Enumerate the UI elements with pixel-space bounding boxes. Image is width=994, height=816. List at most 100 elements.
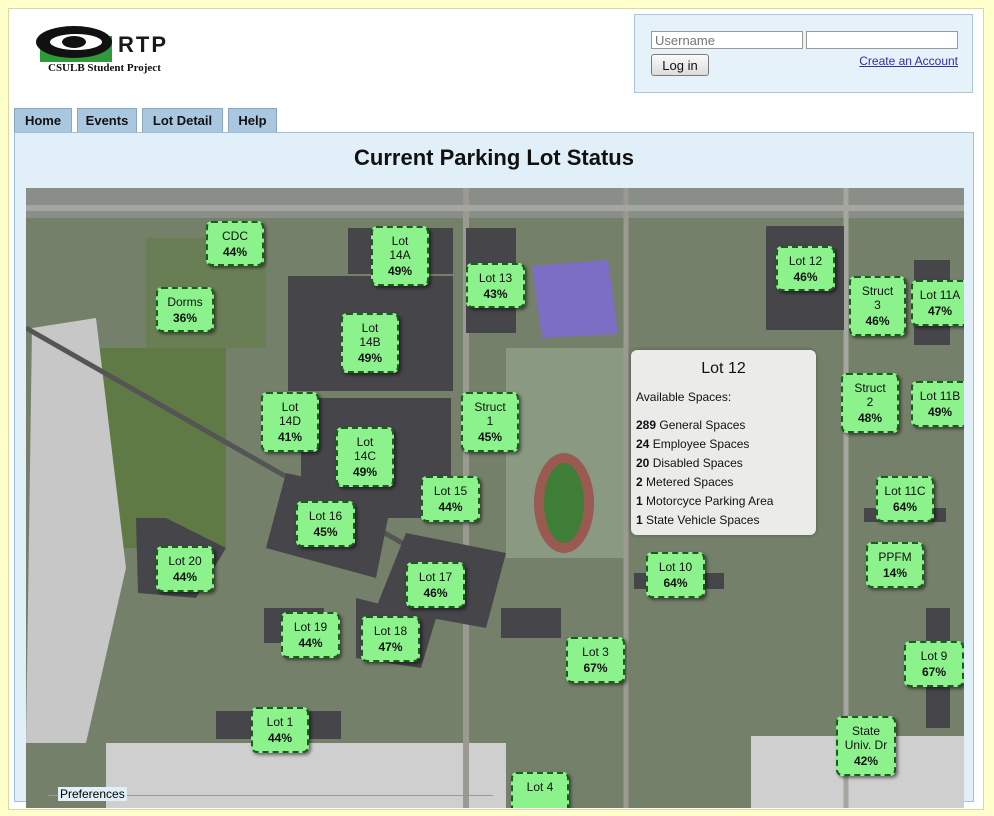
lot-name: Lot 11B: [919, 389, 961, 403]
lot-name: Lot 16: [308, 509, 343, 523]
lot-percent: 45%: [477, 430, 503, 444]
create-account-link[interactable]: Create an Account: [859, 54, 958, 68]
tab-help[interactable]: Help: [228, 108, 277, 132]
lot-name: Lot 12: [788, 253, 823, 268]
lot-marker-3[interactable]: Lot 3 67%: [566, 637, 625, 683]
lot-percent: 41%: [277, 430, 303, 444]
space-count: 20: [636, 456, 650, 470]
popup-row: 20 Disabled Spaces: [636, 456, 743, 470]
preferences-fieldset: Preferences: [48, 787, 493, 816]
lot-marker-13[interactable]: Lot 13 43%: [466, 263, 525, 308]
space-type: State Vehicle Spaces: [646, 513, 760, 527]
space-type: Motorcyce Parking Area: [646, 494, 774, 508]
lot-percent: 47%: [378, 640, 403, 654]
lot-name: Lot 4: [526, 780, 554, 794]
lot-marker-11a[interactable]: Lot 11A 47%: [911, 280, 964, 326]
space-count: 289: [636, 418, 657, 432]
lot-name: Lot 1: [266, 715, 294, 729]
logo-eye-icon: [36, 26, 112, 62]
lot-name: Struct 3: [861, 284, 894, 312]
lot-marker-14d[interactable]: Lot 14D 41%: [261, 392, 319, 452]
lot-marker-12[interactable]: Lot 12 46%: [776, 246, 835, 291]
lot-percent: 48%: [857, 411, 883, 425]
lot-marker-1[interactable]: Lot 1 44%: [251, 707, 309, 753]
lot-marker-10[interactable]: Lot 10 64%: [646, 552, 705, 598]
lot-name: Lot 20: [168, 554, 202, 568]
space-type: Employee Spaces: [652, 437, 750, 451]
lot-name: Lot 18: [373, 624, 408, 638]
space-count: 2: [636, 475, 643, 489]
tab-events[interactable]: Events: [77, 108, 137, 132]
lot-marker-18[interactable]: Lot 18 47%: [361, 616, 420, 662]
lot-percent: 44%: [298, 636, 323, 650]
lot-percent: 36%: [172, 310, 198, 325]
popup-row: 24 Employee Spaces: [636, 437, 749, 451]
username-input[interactable]: [651, 31, 803, 49]
lot-name: State Univ. Dr: [844, 724, 888, 752]
lot-name: Lot 11A: [919, 288, 961, 302]
tab-lot-detail[interactable]: Lot Detail: [142, 108, 223, 132]
lot-percent: 47%: [927, 304, 953, 318]
lot-marker-9[interactable]: Lot 9 67%: [904, 641, 964, 687]
lot-name: Lot 17: [418, 570, 453, 584]
space-type: Disabled Spaces: [652, 456, 743, 470]
lot-percent: 49%: [352, 465, 378, 479]
lot-marker-17[interactable]: Lot 17 46%: [406, 562, 465, 608]
lot-marker-ppfm[interactable]: PPFM 14%: [866, 542, 924, 588]
lot-percent: 64%: [892, 500, 918, 514]
lot-marker-4[interactable]: Lot 4: [511, 772, 569, 808]
lot-marker-dorms[interactable]: Dorms 36%: [156, 287, 214, 332]
lot-marker-14c[interactable]: Lot 14C 49%: [336, 427, 394, 487]
popup-row: 2 Metered Spaces: [636, 475, 733, 489]
main-panel: Current Parking Lot Status CDC 44% Lot 1…: [14, 132, 974, 808]
lot-name: Lot 14B: [359, 321, 381, 349]
lot-marker-15[interactable]: Lot 15 44%: [421, 476, 480, 522]
lot-name: CDC: [222, 228, 248, 243]
lot-name: Lot 10: [658, 560, 693, 574]
lot-marker-14b[interactable]: Lot 14B 49%: [341, 313, 399, 373]
logo: RTP CSULB Student Project: [34, 22, 194, 82]
lot-name: Lot 11C: [884, 484, 926, 498]
lot-marker-struct-3[interactable]: Struct 3 46%: [849, 276, 906, 336]
space-count: 1: [636, 494, 643, 508]
lot-percent: 49%: [387, 264, 413, 278]
lot-name: Dorms: [167, 294, 203, 309]
login-box: Log in Create an Account: [634, 14, 973, 93]
lot-info-popup: Lot 12 Available Spaces: 289 General Spa…: [631, 350, 816, 535]
lot-name: Lot 3: [582, 645, 609, 659]
lot-marker-19[interactable]: Lot 19 44%: [281, 612, 340, 658]
lot-marker-11b[interactable]: Lot 11B 49%: [911, 381, 964, 427]
lot-marker-struct-1[interactable]: Struct 1 45%: [461, 392, 519, 452]
popup-subtitle: Available Spaces:: [636, 390, 732, 404]
lot-marker-16[interactable]: Lot 16 45%: [296, 501, 355, 547]
lot-percent: 49%: [927, 405, 953, 419]
lot-percent: 46%: [423, 586, 448, 600]
space-type: General Spaces: [659, 418, 746, 432]
lot-percent: 42%: [853, 754, 879, 768]
login-button[interactable]: Log in: [651, 54, 709, 76]
lot-name: Struct 2: [854, 381, 886, 409]
lot-percent: 49%: [357, 351, 383, 365]
lot-marker-state-univ-dr[interactable]: State Univ. Dr 42%: [836, 716, 896, 776]
lot-name: PPFM: [878, 550, 912, 564]
lot-percent: 44%: [267, 731, 293, 745]
lot-percent: 64%: [663, 576, 688, 590]
popup-row: 1 State Vehicle Spaces: [636, 513, 759, 527]
lot-marker-20[interactable]: Lot 20 44%: [156, 546, 214, 592]
lot-name: Lot 9: [920, 649, 948, 663]
brand-name: RTP: [118, 32, 168, 57]
tab-home[interactable]: Home: [14, 108, 72, 132]
lot-name: Lot 14D: [278, 400, 301, 428]
lot-percent: 44%: [172, 570, 198, 584]
lot-percent: 67%: [583, 661, 608, 675]
lot-marker-14a[interactable]: Lot 14A 49%: [371, 226, 429, 286]
lot-name: Lot 15: [433, 484, 468, 498]
lot-percent: 67%: [921, 665, 947, 679]
lot-percent: 46%: [865, 314, 890, 328]
lot-marker-cdc[interactable]: CDC 44%: [206, 221, 264, 266]
lot-marker-11c[interactable]: Lot 11C 64%: [876, 476, 934, 522]
space-count: 24: [636, 437, 650, 451]
lot-marker-struct-2[interactable]: Struct 2 48%: [841, 373, 899, 433]
campus-map[interactable]: CDC 44% Lot 14A 49% Lot 13 43% Lot 12 46…: [26, 188, 964, 808]
password-input[interactable]: [806, 31, 958, 49]
